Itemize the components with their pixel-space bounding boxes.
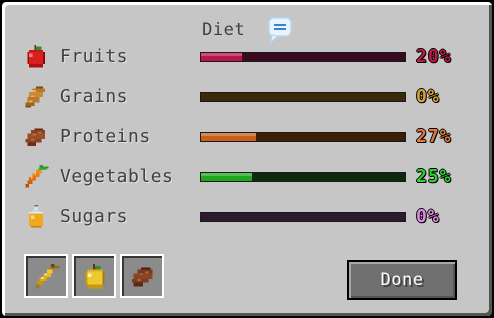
bread-icon [22,83,50,111]
nutrient-label: Grains [60,86,129,107]
hotbar-slot-cooked-beef[interactable] [120,254,164,298]
honey-bottle-icon [22,203,50,231]
nutrient-row-sugars: Sugars 0% [20,202,480,232]
nutrient-bar-highlight [201,133,257,136]
nutrient-label: Proteins [60,126,151,147]
nutrient-bar [200,52,406,62]
nutrient-row-fruits: Fruits 20% [20,42,480,72]
nutrient-bar [200,172,406,182]
hotbar-slot-golden-carrot[interactable] [24,254,68,298]
nutrient-bar [200,92,406,102]
nutrient-percent: 27% [416,126,452,147]
golden-carrot-icon [35,263,61,289]
hotbar-slot-golden-apple[interactable] [72,254,116,298]
nutrient-label: Sugars [60,206,129,227]
chat-bubble-icon[interactable] [268,16,292,44]
nutrient-row-vegetables: Vegetables 25% [20,162,480,192]
nutrient-bar [200,132,406,142]
window-title-bar: Diet [2,16,492,44]
nutrient-label: Fruits [60,46,129,67]
nutrient-percent: 0% [416,206,440,227]
nutrient-percent: 20% [416,46,452,67]
nutrient-row-grains: Grains 0% [20,82,480,112]
steak-icon [22,123,50,151]
diet-panel: Diet Fruits 20% Grains 0% Proteins 27% V… [0,0,494,318]
nutrient-percent: 25% [416,166,452,187]
golden-apple-icon [85,263,105,289]
apple-icon [22,43,50,71]
nutrient-row-proteins: Proteins 27% [20,122,480,152]
done-button[interactable]: Done [347,260,457,300]
nutrient-label: Vegetables [60,166,174,187]
cooked-beef-icon [131,267,153,287]
window-title: Diet [202,20,246,40]
nutrient-percent: 0% [416,86,440,107]
carrot-icon [22,163,50,191]
nutrient-bar-highlight [201,53,242,56]
nutrient-bar [200,212,406,222]
nutrient-bar-highlight [201,173,252,176]
